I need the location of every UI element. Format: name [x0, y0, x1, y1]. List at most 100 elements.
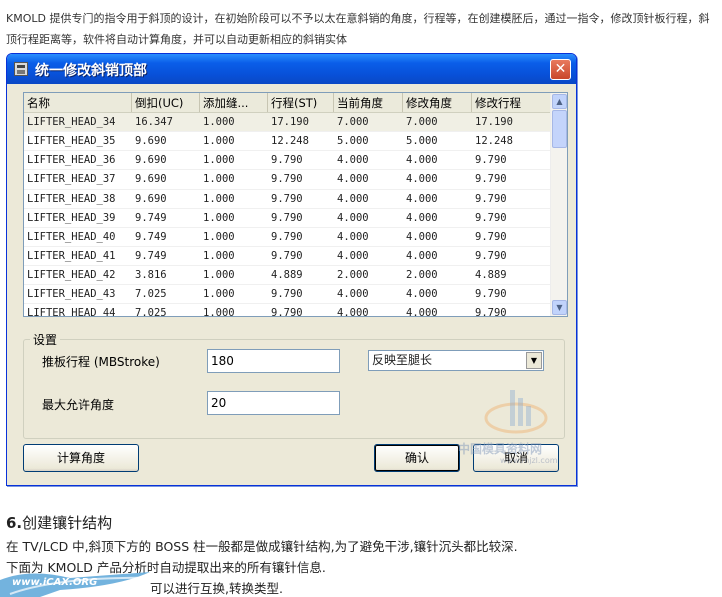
cell-modified-stroke: 9.790: [475, 192, 507, 205]
max-angle-input[interactable]: 20: [207, 391, 340, 415]
cell-modified-stroke: 12.248: [475, 135, 513, 148]
scroll-up-icon[interactable]: ▲: [552, 94, 567, 109]
cell-stroke: 9.790: [271, 230, 303, 243]
dialog-titlebar[interactable]: 统一修改斜销顶部 ✕: [7, 54, 576, 84]
stroke-input[interactable]: 180: [207, 349, 340, 373]
table-row[interactable]: LIFTER_HEAD_43 7.025 1.000 9.790 4.000 4.000 9…: [24, 285, 567, 305]
cell-undercut: 9.690: [135, 192, 167, 205]
cell-stroke: 4.889: [271, 269, 303, 282]
cell-modified-angle: 4.000: [406, 307, 438, 317]
column-header-name[interactable]: 名称: [24, 93, 132, 112]
cell-modified-stroke: 9.790: [475, 288, 507, 301]
max-angle-label: 最大允许角度: [42, 398, 115, 412]
cell-gap: 1.000: [203, 269, 235, 282]
cell-stroke: 9.790: [271, 288, 303, 301]
section-title: 创建镶针结构: [22, 514, 113, 532]
column-header-current-angle[interactable]: 当前角度: [334, 93, 403, 112]
cell-current-angle: 5.000: [337, 135, 369, 148]
section-paragraph-1: 在 TV/LCD 中,斜顶下方的 BOSS 柱一般都是做成镶针结构,为了避免干涉…: [6, 539, 518, 554]
table-row[interactable]: LIFTER_HEAD_39 9.749 1.000 9.790 4.000 4.000 9…: [24, 209, 567, 228]
cell-name: LIFTER_HEAD_42: [27, 269, 116, 282]
ok-button[interactable]: 确认: [374, 444, 460, 472]
mode-select[interactable]: 反映至腿长 ▼: [368, 350, 544, 371]
cell-current-angle: 4.000: [337, 249, 369, 262]
column-header-modified-stroke[interactable]: 修改行程: [472, 93, 552, 112]
chevron-down-icon[interactable]: ▼: [526, 352, 542, 369]
cell-undercut: 9.749: [135, 211, 167, 224]
cancel-button[interactable]: 取消: [473, 444, 559, 472]
cell-gap: 1.000: [203, 288, 235, 301]
cell-undercut: 9.690: [135, 135, 167, 148]
cell-current-angle: 4.000: [337, 288, 369, 301]
section-paragraph-3: 可以进行互换,转换类型.: [150, 581, 283, 596]
close-button[interactable]: ✕: [550, 59, 571, 80]
app-icon: [14, 62, 28, 76]
cell-modified-stroke: 9.790: [475, 249, 507, 262]
column-header-stroke[interactable]: 行程(ST): [268, 93, 334, 112]
cell-gap: 1.000: [203, 116, 235, 128]
cell-name: LIFTER_HEAD_34: [27, 116, 116, 128]
cell-gap: 1.000: [203, 211, 235, 224]
cell-modified-stroke: 9.790: [475, 230, 507, 243]
lifter-list[interactable]: 名称 倒扣(UC) 添加缝... 行程(ST) 当前角度 修改角度 修改行程 L…: [23, 92, 568, 317]
cell-gap: 1.000: [203, 192, 235, 205]
column-header-undercut[interactable]: 倒扣(UC): [132, 93, 200, 112]
cell-modified-angle: 5.000: [406, 135, 438, 148]
scroll-down-icon[interactable]: ▼: [552, 300, 567, 315]
cell-modified-angle: 4.000: [406, 288, 438, 301]
table-row[interactable]: LIFTER_HEAD_44 7.025 1.000 9.790 4.000 4.000 9…: [24, 304, 567, 317]
cell-modified-angle: 4.000: [406, 249, 438, 262]
cell-modified-stroke: 9.790: [475, 211, 507, 224]
table-row[interactable]: LIFTER_HEAD_41 9.749 1.000 9.790 4.000 4.000 9…: [24, 247, 567, 267]
cell-stroke: 9.790: [271, 307, 303, 317]
cell-stroke: 9.790: [271, 211, 303, 224]
cell-name: LIFTER_HEAD_38: [27, 192, 116, 205]
table-row[interactable]: LIFTER_HEAD_40 9.749 1.000 9.790 4.000 4.000 9…: [24, 228, 567, 247]
table-row[interactable]: LIFTER_HEAD_35 9.690 1.000 12.248 5.000 5.000…: [24, 132, 567, 152]
cell-modified-angle: 4.000: [406, 154, 438, 167]
cell-modified-angle: 2.000: [406, 269, 438, 282]
table-row[interactable]: LIFTER_HEAD_37 9.690 1.000 9.790 4.000 4.000 9…: [24, 170, 567, 190]
cell-modified-stroke: 4.889: [475, 269, 507, 282]
cell-name: LIFTER_HEAD_40: [27, 230, 116, 243]
cell-modified-stroke: 9.790: [475, 173, 507, 186]
cell-undercut: 9.690: [135, 173, 167, 186]
cell-stroke: 9.790: [271, 173, 303, 186]
cell-gap: 1.000: [203, 154, 235, 167]
cell-modified-stroke: 9.790: [475, 154, 507, 167]
cell-modified-angle: 4.000: [406, 192, 438, 205]
cell-name: LIFTER_HEAD_37: [27, 173, 116, 186]
section-heading: 6.创建镶针结构: [6, 512, 112, 533]
cell-gap: 1.000: [203, 173, 235, 186]
section-number: 6.: [6, 514, 23, 532]
logo-text: www.iCAX.ORG: [12, 577, 98, 588]
cell-modified-angle: 4.000: [406, 173, 438, 186]
settings-group-label: 设置: [30, 331, 61, 348]
table-row[interactable]: LIFTER_HEAD_42 3.816 1.000 4.889 2.000 2.000 4…: [24, 266, 567, 286]
cell-name: LIFTER_HEAD_35: [27, 135, 116, 148]
list-body: LIFTER_HEAD_34 16.347 1.000 17.190 7.000 7.00…: [24, 113, 567, 317]
table-row[interactable]: LIFTER_HEAD_36 9.690 1.000 9.790 4.000 4.000 9…: [24, 151, 567, 171]
cell-name: LIFTER_HEAD_43: [27, 288, 116, 301]
calculate-angle-button[interactable]: 计算角度: [23, 444, 139, 472]
cell-gap: 1.000: [203, 230, 235, 243]
cell-stroke: 9.790: [271, 249, 303, 262]
cell-name: LIFTER_HEAD_44: [27, 307, 116, 317]
column-header-gap[interactable]: 添加缝...: [200, 93, 268, 112]
cell-modified-angle: 4.000: [406, 230, 438, 243]
table-row[interactable]: LIFTER_HEAD_38 9.690 1.000 9.790 4.000 4.000 9…: [24, 190, 567, 209]
lifter-edit-dialog: 统一修改斜销顶部 ✕ 名称 倒扣(UC) 添加缝... 行程(ST) 当前角度 …: [6, 53, 577, 486]
cell-gap: 1.000: [203, 249, 235, 262]
cell-current-angle: 4.000: [337, 173, 369, 186]
cell-modified-stroke: 17.190: [475, 116, 513, 128]
cell-undercut: 16.347: [135, 116, 173, 128]
cell-current-angle: 4.000: [337, 230, 369, 243]
table-row[interactable]: LIFTER_HEAD_34 16.347 1.000 17.190 7.000 7.00…: [24, 113, 567, 133]
scroll-thumb[interactable]: [552, 110, 567, 148]
cell-stroke: 12.248: [271, 135, 309, 148]
list-scrollbar[interactable]: ▲ ▼: [550, 93, 567, 316]
icax-logo: www.iCAX.ORG: [0, 566, 170, 597]
cell-current-angle: 7.000: [337, 116, 369, 128]
column-header-modified-angle[interactable]: 修改角度: [403, 93, 472, 112]
cell-undercut: 3.816: [135, 269, 167, 282]
